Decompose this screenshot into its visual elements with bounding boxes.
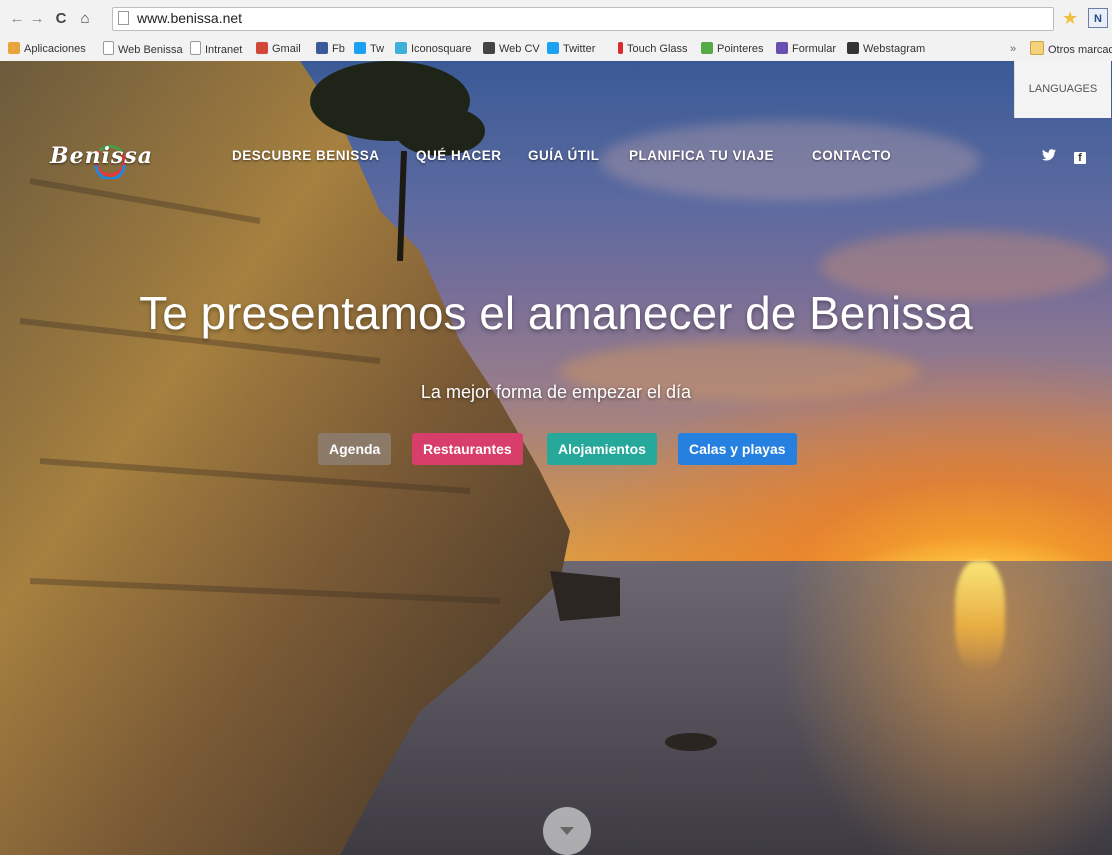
bookmark-twitter[interactable]: Twitter — [547, 41, 595, 57]
page-icon — [190, 41, 201, 55]
bookmark-label: Touch Glass — [627, 43, 688, 55]
home-icon[interactable]: ⌂ — [76, 9, 94, 29]
forward-icon[interactable]: → — [28, 9, 46, 29]
hero-subheadline: La mejor forma de empezar el día — [420, 382, 692, 402]
extension-icon[interactable]: N — [1088, 8, 1108, 28]
facebook-icon[interactable]: f — [1074, 148, 1086, 164]
sea-glow — [760, 561, 1112, 855]
bookmark-tw[interactable]: Tw — [354, 41, 384, 57]
other-bookmarks-folder[interactable]: Otros marcad — [1030, 41, 1112, 57]
bookmark-label: Tw — [370, 43, 385, 55]
bookmark-fb[interactable]: Fb — [316, 41, 345, 57]
bookmark-gmail[interactable]: Gmail — [256, 41, 301, 57]
webcv-icon — [483, 42, 495, 54]
bookmarks-more-chevron[interactable]: » — [1010, 41, 1016, 57]
bookmark-formular[interactable]: Formular — [776, 41, 836, 57]
nav-guia-util[interactable]: GUÍA ÚTIL — [528, 148, 600, 163]
browser-toolbar: ← → C ⌂ www.benissa.net ★ N — [0, 0, 1112, 38]
bookmark-label: Otros marcad — [1048, 44, 1112, 56]
bookmark-star-icon[interactable]: ★ — [1062, 8, 1078, 29]
bookmark-label: Intranet — [205, 44, 243, 56]
bookmark-label: Iconosquare — [411, 43, 472, 55]
calas-y-playas-button[interactable]: Calas y playas — [678, 433, 797, 465]
sea-rock — [665, 733, 717, 751]
facebook-icon — [316, 42, 328, 54]
pointeres-icon — [701, 42, 713, 54]
bookmark-webstagram[interactable]: Webstagram — [847, 41, 925, 57]
benissa-logo[interactable]: Benissa — [50, 139, 200, 179]
twitter-icon[interactable] — [1042, 148, 1056, 164]
bookmark-intranet[interactable]: Intranet — [190, 41, 242, 57]
webstagram-icon — [847, 42, 859, 54]
back-icon[interactable]: ← — [8, 9, 26, 29]
bookmark-label: Web CV — [499, 43, 540, 55]
bookmark-label: Formular — [792, 43, 837, 55]
logo-text: Benissa — [50, 143, 153, 169]
alojamientos-button[interactable]: Alojamientos — [547, 433, 657, 465]
bookmark-label: Fb — [332, 43, 345, 55]
nav-descubre-benissa[interactable]: DESCUBRE BENISSA — [232, 148, 380, 163]
sun-reflection — [955, 561, 1005, 671]
bookmark-label: Aplicaciones — [24, 43, 86, 55]
nav-que-hacer[interactable]: QUÉ HACER — [416, 148, 502, 163]
touchglass-icon — [618, 42, 623, 54]
page-icon — [103, 41, 114, 55]
nav-contacto[interactable]: CONTACTO — [812, 148, 891, 163]
agenda-button[interactable]: Agenda — [318, 433, 392, 465]
iconosquare-icon — [395, 42, 407, 54]
bookmark-label: Pointeres — [717, 43, 764, 55]
restaurantes-button[interactable]: Restaurantes — [412, 433, 523, 465]
bookmark-iconosquare[interactable]: Iconosquare — [395, 41, 472, 57]
gmail-icon — [256, 42, 268, 54]
bookmark-web-cv[interactable]: Web CV — [483, 41, 540, 57]
scroll-down-arrow-icon[interactable] — [543, 807, 591, 855]
reload-icon[interactable]: C — [52, 9, 70, 29]
nav-planifica-tu-viaje[interactable]: PLANIFICA TU VIAJE — [629, 148, 774, 163]
address-bar[interactable]: www.benissa.net — [112, 7, 1054, 31]
url-text[interactable]: www.benissa.net — [137, 10, 242, 26]
twitter-icon — [354, 42, 366, 54]
bookmark-label: Gmail — [272, 43, 301, 55]
folder-icon — [1030, 41, 1044, 55]
bookmark-pointeres[interactable]: Pointeres — [701, 41, 763, 57]
bookmark-label: Web Benissa — [118, 44, 183, 56]
twitter-icon — [547, 42, 559, 54]
bookmark-label: Webstagram — [863, 43, 926, 55]
form-icon — [776, 42, 788, 54]
languages-button[interactable]: LANGUAGES — [1014, 61, 1111, 118]
hero-section: LANGUAGES Benissa DESCUBRE BENISSA QUÉ H… — [0, 61, 1112, 855]
bookmark-aplicaciones[interactable]: Aplicaciones — [8, 41, 86, 57]
bookmark-web-benissa[interactable]: Web Benissa — [103, 41, 183, 57]
bookmark-touch-glass[interactable]: Touch Glass — [618, 41, 688, 57]
browser-chrome: ← → C ⌂ www.benissa.net ★ N Aplicaciones… — [0, 0, 1112, 62]
page-icon — [118, 11, 129, 25]
hero-headline: Te presentamos el amanecer de Benissa — [139, 287, 973, 339]
bookmarks-bar: Aplicaciones Web Benissa Intranet Gmail … — [0, 38, 1112, 60]
apps-grid-icon — [8, 42, 20, 54]
bookmark-label: Twitter — [563, 43, 596, 55]
